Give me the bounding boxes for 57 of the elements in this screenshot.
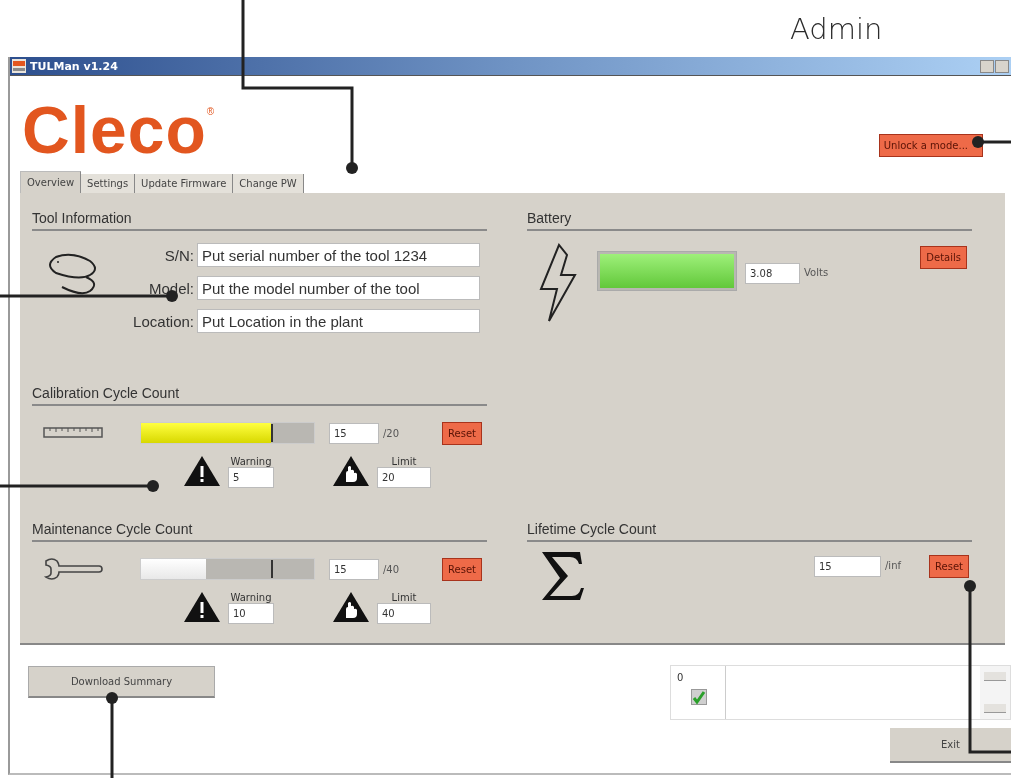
leader-line: [972, 136, 1011, 148]
hand-warning-icon: [331, 454, 371, 488]
window-title: TULMan v1.24: [30, 59, 118, 73]
warning-icon: [182, 590, 222, 624]
reset-button[interactable]: Reset: [442, 421, 482, 445]
count-field[interactable]: 15: [329, 558, 379, 580]
hand-warning-icon: [331, 590, 371, 624]
sigma-icon: [540, 550, 584, 602]
voltage-field[interactable]: 3.08: [745, 263, 800, 284]
details-button[interactable]: Details: [920, 246, 967, 269]
count-field[interactable]: 15: [814, 556, 881, 577]
logo: Cleco: [22, 94, 207, 167]
input-field[interactable]: Put Location in the plant: [197, 309, 480, 333]
checkbox[interactable]: [691, 689, 707, 705]
scroll-up-button[interactable]: [984, 672, 1006, 681]
limit-label: Limit: [391, 592, 417, 603]
limit-label: Limit: [391, 456, 417, 467]
max-count: /inf: [885, 560, 901, 571]
section-heading: Calibration Cycle Count: [32, 385, 487, 406]
input-field[interactable]: Put serial number of the tool 1234: [197, 243, 480, 267]
input-field[interactable]: Put the model number of the tool: [197, 276, 480, 300]
warning-marker: [270, 424, 273, 442]
warning-marker: [270, 560, 273, 578]
maximize-button[interactable]: [995, 59, 1009, 73]
reset-button[interactable]: Reset: [929, 555, 969, 578]
exit-button[interactable]: Exit: [890, 728, 1011, 763]
unit-label: Volts: [804, 267, 829, 278]
max-count: /20: [383, 427, 400, 439]
count-field[interactable]: 15: [329, 422, 379, 444]
minimize-button[interactable]: [980, 59, 994, 73]
warning-field[interactable]: 10: [228, 603, 274, 624]
tab[interactable]: Update Firmware: [135, 174, 234, 193]
warning-field[interactable]: 5: [228, 467, 274, 488]
warning-label: Warning: [230, 456, 272, 467]
section-heading: Lifetime Cycle Count: [527, 521, 972, 542]
max-count: /40: [383, 563, 400, 575]
section-heading: Battery: [527, 210, 972, 231]
scroll-down-button[interactable]: [984, 704, 1006, 713]
status-count: 0: [677, 672, 685, 683]
field-label: S/N:: [163, 246, 195, 264]
field-label: Location:: [132, 312, 195, 330]
registered-mark: ®: [206, 106, 215, 117]
download-button[interactable]: Download Summary: [28, 666, 215, 698]
section-heading: Tool Information: [32, 210, 487, 231]
reset-button[interactable]: Reset: [442, 557, 482, 581]
tab[interactable]: Change PW: [233, 174, 304, 193]
section-heading: Maintenance Cycle Count: [32, 521, 487, 542]
limit-field[interactable]: 20: [377, 467, 431, 488]
tab[interactable]: Settings: [81, 174, 136, 193]
app-icon: [12, 59, 26, 73]
lightning-icon: [537, 243, 579, 323]
limit-field[interactable]: 40: [377, 603, 431, 624]
unlock-button[interactable]: Unlock a mode...: [878, 134, 983, 157]
role-label: Admin: [790, 11, 883, 46]
warning-label: Warning: [230, 592, 272, 603]
tab[interactable]: Overview: [20, 171, 82, 193]
warning-icon: [182, 454, 222, 488]
